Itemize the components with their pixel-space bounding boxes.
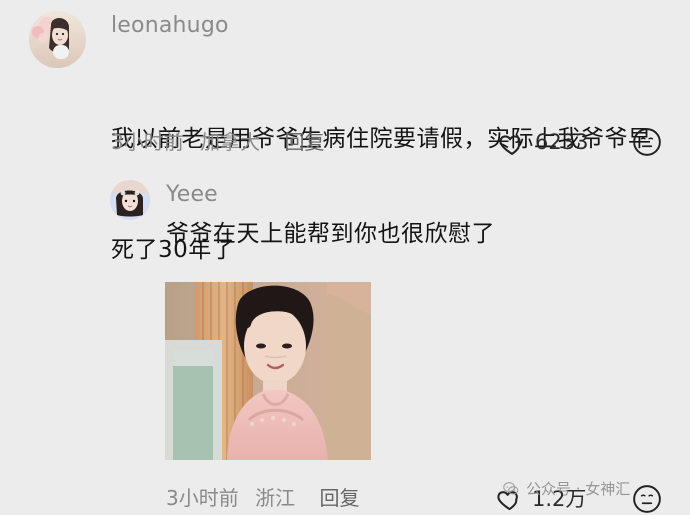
comment-location: 浙江 xyxy=(255,486,296,510)
photo-image xyxy=(165,282,371,460)
wechat-icon xyxy=(503,482,519,495)
user-avatar-icon xyxy=(110,180,150,220)
neutral-face-icon[interactable] xyxy=(632,484,662,514)
reply-button[interactable]: 回复 xyxy=(319,486,359,510)
watermark-text: 公众号 · 女神汇 xyxy=(526,479,631,498)
watermark: 公众号 · 女神汇 xyxy=(502,480,630,498)
comment-image[interactable] xyxy=(165,282,371,460)
avatar[interactable] xyxy=(29,11,86,68)
username[interactable]: leonahugo xyxy=(111,15,229,37)
avatar[interactable] xyxy=(110,180,150,220)
comment-meta: 3小时前 加拿大 回复 xyxy=(111,132,324,152)
like-count: 6233 xyxy=(535,130,589,154)
comment-time: 3小时前 xyxy=(111,130,184,154)
neutral-face-icon[interactable] xyxy=(632,127,662,157)
comment-time: 3小时前 xyxy=(166,486,239,510)
comment-thread-page: leonahugo 我以前老是用爷爷生病住院要请假，实际上我爷爷早 死了30年了… xyxy=(0,0,690,515)
comment-text: 爷爷在天上能帮到你也很欣慰了 xyxy=(166,221,495,247)
username[interactable]: Yeee xyxy=(166,184,218,206)
comment-location: 加拿大 xyxy=(200,130,261,154)
heart-outline-icon[interactable] xyxy=(498,130,526,158)
comment-meta: 3小时前 浙江 回复 xyxy=(166,488,359,508)
user-avatar-icon xyxy=(29,11,86,68)
reply-button[interactable]: 回复 xyxy=(284,130,324,154)
